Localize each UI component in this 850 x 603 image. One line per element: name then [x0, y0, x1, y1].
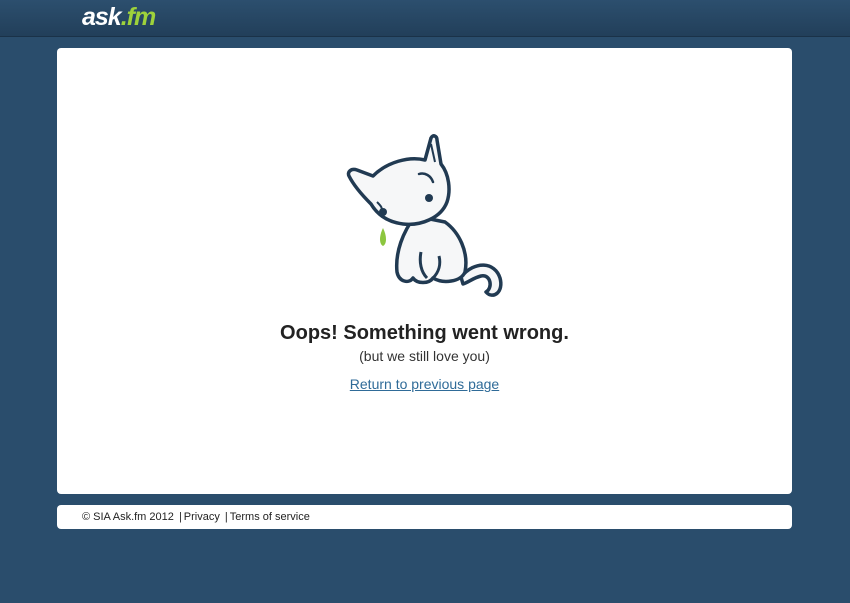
footer-separator: |: [178, 511, 182, 523]
copyright-text: © SIA Ask.fm 2012: [82, 511, 174, 523]
privacy-link[interactable]: Privacy: [184, 511, 220, 523]
error-title: Oops! Something went wrong.: [280, 322, 569, 344]
sad-cat-icon: [346, 134, 503, 297]
footer: © SIA Ask.fm 2012 | Privacy | Terms of ser…: [57, 505, 792, 529]
logo-tld: fm: [126, 3, 157, 31]
terms-of-service-link[interactable]: Terms of service: [230, 511, 310, 523]
ask-fm-logo[interactable]: ask.fm: [82, 2, 157, 32]
footer-links: © SIA Ask.fm 2012 | Privacy | Terms of ser…: [82, 505, 310, 529]
error-subtitle: (but we still love you): [359, 348, 490, 364]
error-card: Oops! Something went wrong. (but we stil…: [57, 48, 792, 494]
return-link-container: Return to previous page: [57, 376, 792, 392]
logo-main: ask: [82, 3, 122, 31]
top-bar: ask.fm: [0, 0, 850, 37]
return-to-previous-page-link[interactable]: Return to previous page: [350, 376, 499, 392]
footer-separator: |: [224, 511, 228, 523]
